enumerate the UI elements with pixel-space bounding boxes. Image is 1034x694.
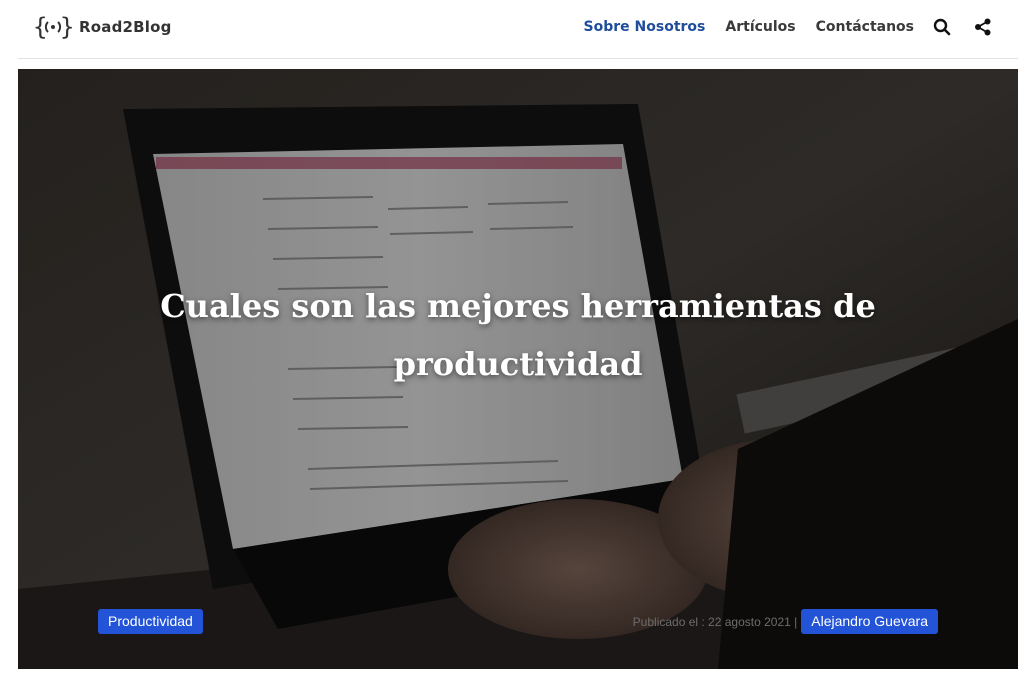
search-icon xyxy=(933,18,951,36)
main-nav: Sobre Nosotros Artículos Contáctanos xyxy=(584,17,914,37)
author-badge[interactable]: Alejandro Guevara xyxy=(801,609,938,634)
header-divider xyxy=(18,58,1018,59)
article-title[interactable]: Cuales son las mejores herramientas de p… xyxy=(118,277,918,393)
published-date: Publicado el : 22 agosto 2021 | xyxy=(632,614,798,629)
logo-icon: { } xyxy=(33,13,73,41)
category-badge[interactable]: Productividad xyxy=(98,609,203,634)
article-meta: Publicado el : 22 agosto 2021 | Alejandr… xyxy=(633,609,938,634)
nav-item-sobre-nosotros[interactable]: Sobre Nosotros xyxy=(584,17,706,37)
share-button[interactable] xyxy=(973,17,993,37)
nav-item-contactanos[interactable]: Contáctanos xyxy=(816,17,914,37)
svg-text:}: } xyxy=(60,13,73,41)
logo-text: Road2Blog xyxy=(79,18,172,36)
search-button[interactable] xyxy=(932,17,952,37)
hero-banner[interactable]: Cuales son las mejores herramientas de p… xyxy=(18,69,1018,669)
share-icon xyxy=(975,18,991,36)
site-logo[interactable]: { } Road2Blog xyxy=(33,10,172,44)
site-header: { } Road2Blog Sobre Nosotros Artículos C… xyxy=(0,0,1034,58)
nav-item-articulos[interactable]: Artículos xyxy=(725,17,795,37)
